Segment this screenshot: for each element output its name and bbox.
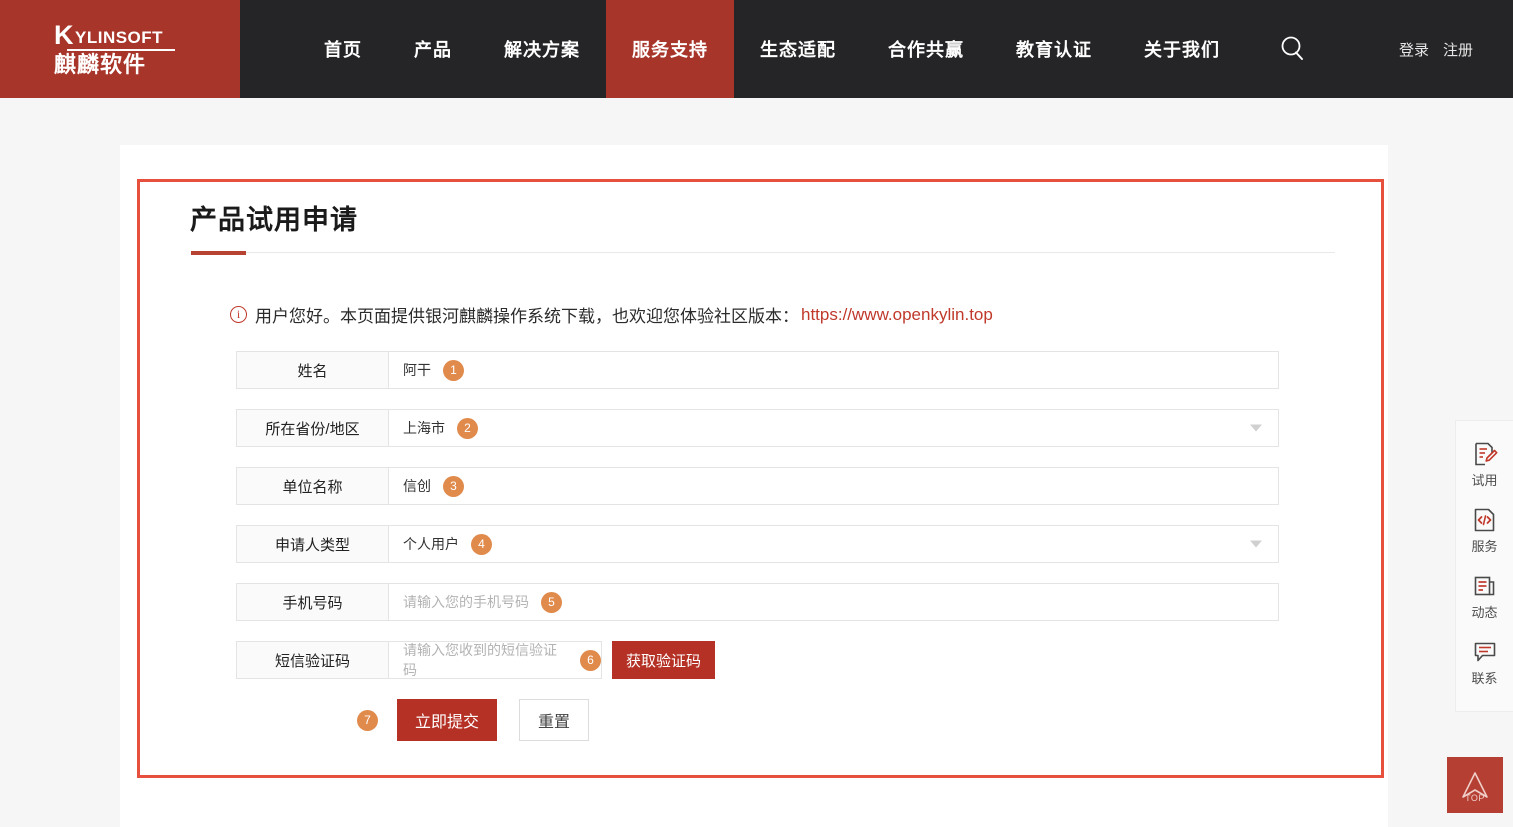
info-circle-icon: i: [230, 306, 247, 323]
search-icon[interactable]: [1246, 0, 1328, 98]
step-badge-6: 6: [580, 649, 601, 671]
input-company[interactable]: 信创 3: [388, 467, 1279, 505]
logo-chinese-name: 麒麟软件: [54, 52, 147, 78]
input-sms-code-placeholder: 请输入您收到的短信验证码: [403, 642, 557, 678]
register-link[interactable]: 注册: [1443, 39, 1473, 60]
select-province[interactable]: 上海市 2: [388, 409, 1279, 447]
form-row-company: 单位名称 信创 3: [236, 467, 1279, 505]
rail-item-contact[interactable]: 联系: [1456, 631, 1513, 697]
nav-item-home[interactable]: 首页: [298, 0, 388, 98]
logo-k-letter: K: [54, 20, 74, 50]
form-row-applicant-type: 申请人类型 个人用户 4: [236, 525, 1279, 563]
openkylin-link[interactable]: https://www.openkylin.top: [801, 305, 993, 325]
reset-button[interactable]: 重置: [519, 699, 589, 741]
content-card: 产品试用申请 i 用户您好。本页面提供银河麒麟操作系统下载，也欢迎您体验社区版本…: [120, 145, 1388, 827]
submit-button[interactable]: 立即提交: [397, 699, 497, 741]
label-name: 姓名: [236, 351, 388, 389]
back-to-top-label: TOP: [1465, 792, 1485, 803]
label-company: 单位名称: [236, 467, 388, 505]
step-badge-2: 2: [457, 417, 478, 439]
site-logo[interactable]: K YLINSOFT 麒麟软件: [0, 0, 288, 98]
form-row-phone: 手机号码 请输入您的手机号码 5: [236, 583, 1279, 621]
nav-item-service-support[interactable]: 服务支持: [606, 0, 734, 98]
highlighted-form-region: 产品试用申请 i 用户您好。本页面提供银河麒麟操作系统下载，也欢迎您体验社区版本…: [137, 179, 1384, 778]
news-doc-icon: [1474, 576, 1494, 596]
rail-label-service: 服务: [1471, 539, 1498, 554]
nav-item-about-us[interactable]: 关于我们: [1118, 0, 1246, 98]
rail-item-news[interactable]: 动态: [1456, 565, 1513, 631]
chevron-down-icon: [1250, 540, 1262, 548]
nav-item-ecosystem[interactable]: 生态适配: [734, 0, 862, 98]
notice-text: 用户您好。本页面提供银河麒麟操作系统下载，也欢迎您体验社区版本：: [255, 307, 799, 326]
login-link[interactable]: 登录: [1399, 39, 1429, 60]
input-phone[interactable]: 请输入您的手机号码 5: [388, 583, 1279, 621]
input-sms-code[interactable]: 请输入您收到的短信验证码 6: [388, 641, 602, 679]
top-navigation-bar: K YLINSOFT 麒麟软件 首页 产品 解决方案 服务支持 生态适配 合作共赢…: [0, 0, 1513, 98]
input-company-value: 信创: [403, 478, 431, 494]
chevron-down-icon: [1250, 424, 1262, 432]
page-title: 产品试用申请: [190, 205, 358, 235]
step-badge-4: 4: [471, 533, 492, 555]
back-to-top-button[interactable]: TOP: [1447, 757, 1503, 813]
trial-application-form: 姓名 阿干 1 所在省份/地区 上海市 2 单位名称 信创 3 申请人类型 个人…: [236, 351, 1279, 741]
nav-item-partnership[interactable]: 合作共赢: [862, 0, 990, 98]
step-badge-5: 5: [541, 591, 562, 613]
label-applicant-type: 申请人类型: [236, 525, 388, 563]
label-phone: 手机号码: [236, 583, 388, 621]
step-badge-1: 1: [443, 359, 464, 381]
input-phone-placeholder: 请输入您的手机号码: [403, 594, 529, 610]
label-province: 所在省份/地区: [236, 409, 388, 447]
code-doc-icon: [1474, 508, 1494, 532]
side-rail: 试用 服务 动态 联系: [1455, 420, 1513, 712]
form-row-province: 所在省份/地区 上海市 2: [236, 409, 1279, 447]
rail-label-news: 动态: [1471, 605, 1498, 620]
input-name-value: 阿干: [403, 362, 431, 378]
step-badge-3: 3: [443, 475, 464, 497]
form-actions: 7 立即提交 重置: [236, 699, 1279, 741]
nav-item-education[interactable]: 教育认证: [990, 0, 1118, 98]
logo-divider: [67, 49, 175, 52]
title-divider: [191, 252, 1335, 253]
chat-bubble-icon: [1474, 642, 1495, 662]
nav-item-solutions[interactable]: 解决方案: [478, 0, 606, 98]
form-row-name: 姓名 阿干 1: [236, 351, 1279, 389]
rail-label-contact: 联系: [1471, 671, 1498, 686]
select-province-value: 上海市: [403, 420, 445, 436]
trial-pencil-doc-icon: [1474, 442, 1497, 466]
get-verification-code-button[interactable]: 获取验证码: [612, 641, 716, 679]
rail-label-trial: 试用: [1471, 473, 1498, 488]
title-underline-accent: [191, 251, 246, 255]
nav-item-products[interactable]: 产品: [388, 0, 478, 98]
input-name[interactable]: 阿干 1: [388, 351, 1279, 389]
select-applicant-type-value: 个人用户: [403, 536, 459, 552]
select-applicant-type[interactable]: 个人用户 4: [388, 525, 1279, 563]
step-badge-7: 7: [357, 709, 378, 731]
page-body: 产品试用申请 i 用户您好。本页面提供银河麒麟操作系统下载，也欢迎您体验社区版本…: [0, 98, 1513, 827]
notice-banner: i 用户您好。本页面提供银河麒麟操作系统下载，也欢迎您体验社区版本： https…: [230, 302, 993, 327]
logo-wordmark: YLINSOFT: [75, 28, 164, 48]
rail-item-trial[interactable]: 试用: [1456, 433, 1513, 499]
nav-menu: 首页 产品 解决方案 服务支持 生态适配 合作共赢 教育认证 关于我们: [240, 0, 1399, 98]
nav-account-links: 登录 注册: [1399, 0, 1513, 98]
rail-item-service[interactable]: 服务: [1456, 499, 1513, 565]
label-sms-code: 短信验证码: [236, 641, 388, 679]
form-row-sms-code: 短信验证码 请输入您收到的短信验证码 6 获取验证码: [236, 641, 1279, 679]
